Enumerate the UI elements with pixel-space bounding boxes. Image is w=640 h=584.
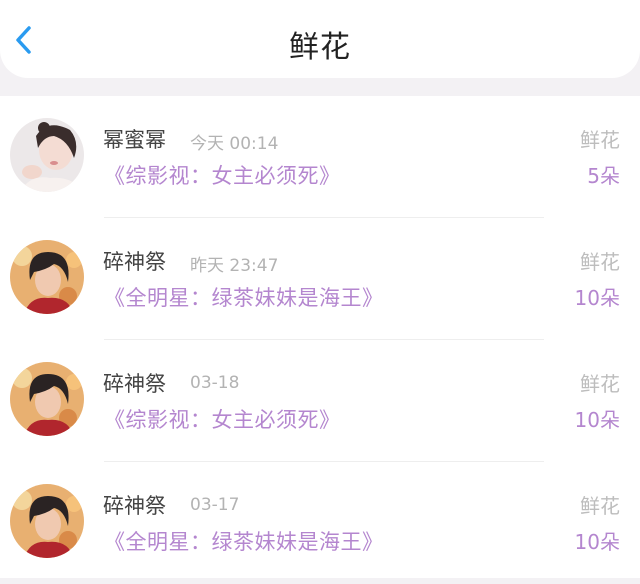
username: 碎神祭 [103,372,166,396]
avatar[interactable] [10,118,84,192]
book-title-link[interactable]: 《综影视：女主必须死》 [104,160,341,190]
avatar[interactable] [10,362,84,436]
gift-type-label: 鲜花 [580,250,620,274]
male-avatar-icon [10,362,84,436]
timestamp: 03-17 [190,495,240,515]
gift-type-label: 鲜花 [580,372,620,396]
list-item[interactable]: 碎神祭 昨天 23:47 《全明星：绿茶妹妹是海王》 鲜花 10朵 [0,218,640,340]
avatar[interactable] [10,240,84,314]
page-title: 鲜花 [289,30,351,65]
male-avatar-icon [10,240,84,314]
gift-count: 5朵 [587,164,620,188]
list-item[interactable]: 碎神祭 03-17 《全明星：绿茶妹妹是海王》 鲜花 10朵 [0,462,640,584]
top-bar: 鲜花 [0,0,640,78]
female-avatar-icon [10,118,84,192]
male-avatar-icon [10,484,84,558]
timestamp: 今天 00:14 [190,134,279,154]
timestamp: 昨天 23:47 [190,256,279,276]
gift-count: 10朵 [574,408,620,432]
book-title-link[interactable]: 《综影视：女主必须死》 [104,404,341,434]
avatar[interactable] [10,484,84,558]
gift-count: 10朵 [574,286,620,310]
username: 碎神祭 [103,494,166,518]
username: 碎神祭 [103,250,166,274]
flower-record-list: 幂蜜幂 今天 00:14 《综影视：女主必须死》 鲜花 5朵 碎神祭 昨天 23… [0,96,640,578]
gift-count: 10朵 [574,530,620,554]
timestamp: 03-18 [190,373,240,393]
username: 幂蜜幂 [103,128,166,152]
book-title-link[interactable]: 《全明星：绿茶妹妹是海王》 [104,526,384,556]
gift-type-label: 鲜花 [580,128,620,152]
list-item[interactable]: 碎神祭 03-18 《综影视：女主必须死》 鲜花 10朵 [0,340,640,462]
book-title-link[interactable]: 《全明星：绿茶妹妹是海王》 [104,282,384,312]
list-item[interactable]: 幂蜜幂 今天 00:14 《综影视：女主必须死》 鲜花 5朵 [0,96,640,218]
gift-type-label: 鲜花 [580,494,620,518]
